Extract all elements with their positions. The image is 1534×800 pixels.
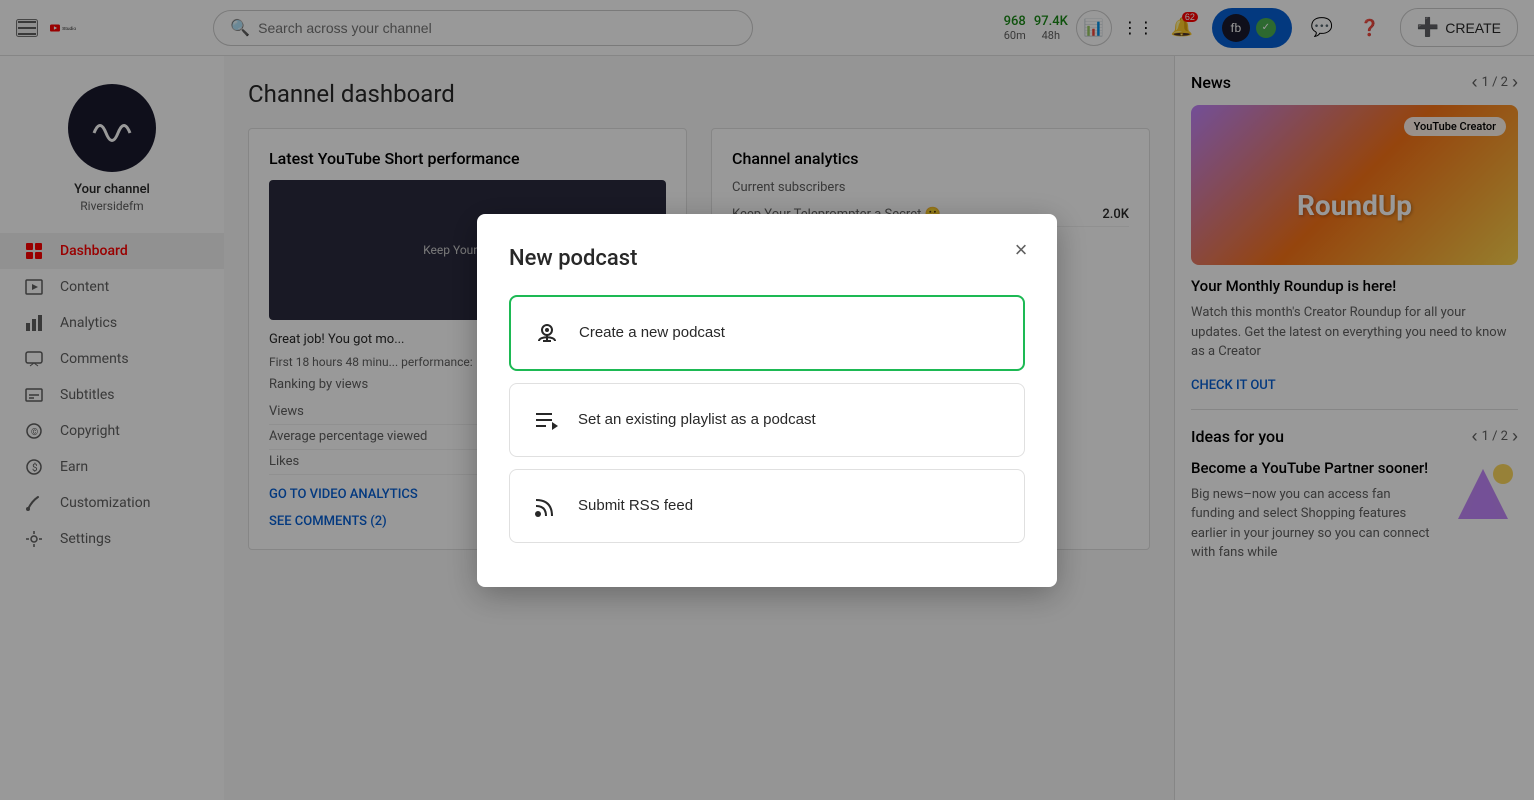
playlist-icon <box>530 404 562 436</box>
modal-title: New podcast <box>509 246 1025 271</box>
rss-icon <box>530 490 562 522</box>
create-new-podcast-btn[interactable]: Create a new podcast <box>509 295 1025 371</box>
create-new-label: Create a new podcast <box>579 324 725 341</box>
modal-close-button[interactable]: × <box>1005 234 1037 266</box>
set-existing-playlist-btn[interactable]: Set an existing playlist as a podcast <box>509 383 1025 457</box>
rss-feed-label: Submit RSS feed <box>578 497 693 514</box>
existing-playlist-label: Set an existing playlist as a podcast <box>578 411 816 428</box>
modal-overlay[interactable]: New podcast × Create a new podcast <box>0 0 1534 800</box>
submit-rss-btn[interactable]: Submit RSS feed <box>509 469 1025 543</box>
podcast-icon <box>531 317 563 349</box>
podcast-modal: New podcast × Create a new podcast <box>477 214 1057 587</box>
